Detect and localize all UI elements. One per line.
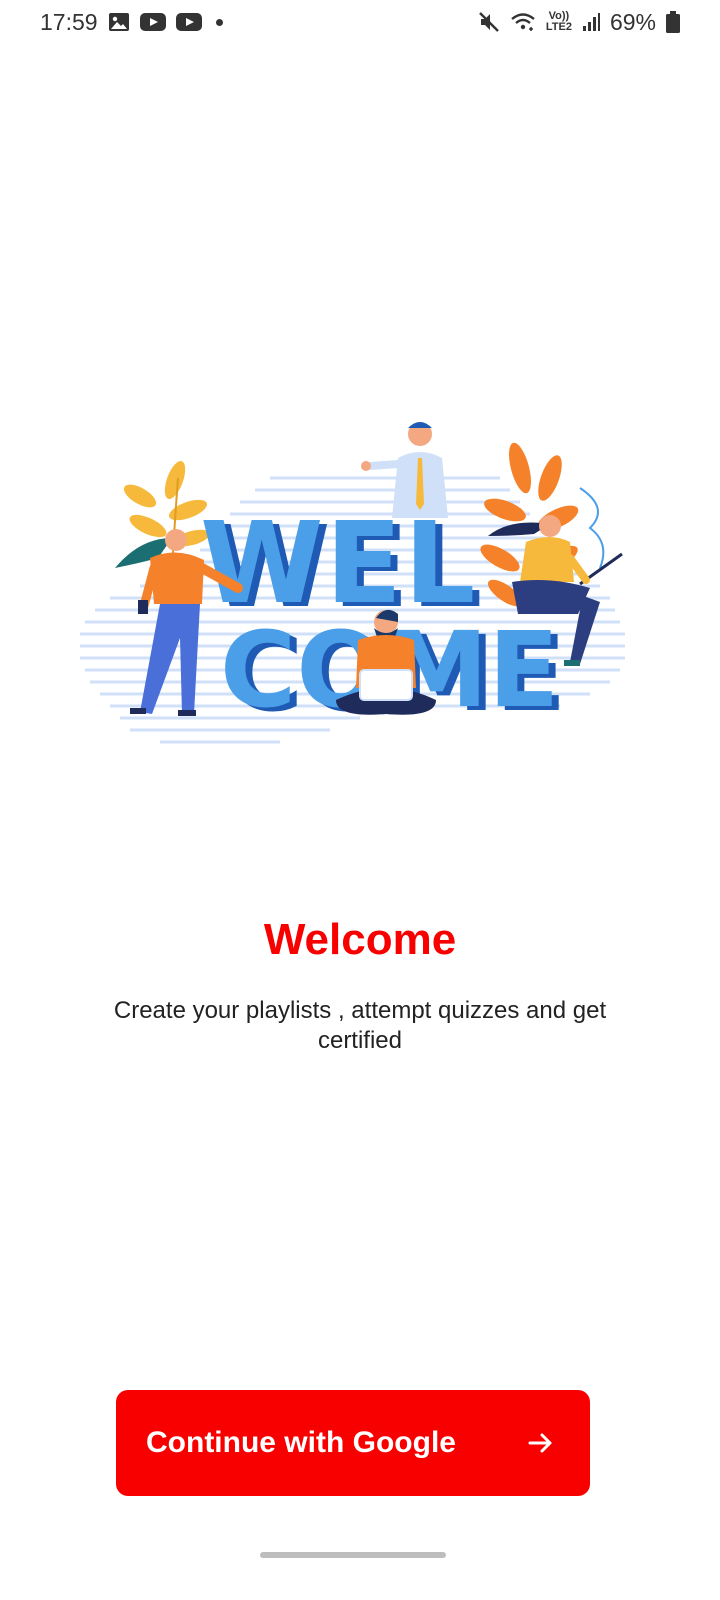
status-bar-left: 17:59: [40, 9, 223, 36]
status-bar-right: Vo)) LTE2 69%: [478, 9, 680, 36]
arrow-right-icon: [526, 1428, 556, 1458]
welcome-illustration: WEL WEL COME COME: [80, 422, 625, 744]
lte-label: LTE2: [545, 21, 572, 33]
youtube-icon: [175, 12, 202, 32]
welcome-title: Welcome: [263, 915, 457, 964]
home-indicator[interactable]: [260, 1552, 446, 1558]
more-notifications-dot-icon: [215, 18, 223, 26]
youtube-icon: [139, 12, 166, 32]
clock: 17:59: [40, 8, 98, 35]
continue-with-google-label: Continue with Google: [146, 1426, 456, 1459]
welcome-subtitle: Create your playlists , attempt quizzes …: [113, 997, 607, 1054]
continue-with-google-button[interactable]: Continue with Google: [116, 1390, 590, 1496]
signal-icon: [582, 12, 600, 32]
battery-percent: 69%: [609, 8, 656, 35]
status-bar: 17:59 Vo)) LTE2 69%: [0, 0, 720, 44]
mute-icon: [478, 11, 500, 33]
wifi-icon: [510, 11, 536, 33]
battery-icon: [666, 11, 680, 33]
volte-lte-indicator: Vo)) LTE2: [546, 11, 572, 33]
gallery-icon: [108, 12, 130, 32]
